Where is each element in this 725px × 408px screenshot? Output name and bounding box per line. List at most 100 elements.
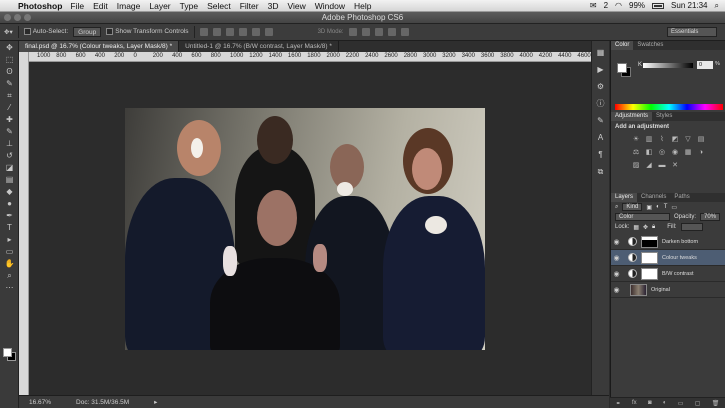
new-adjustment-icon[interactable]: ◐ (663, 400, 667, 406)
color-lookup-icon[interactable]: ▦ (683, 148, 693, 157)
actions-icon[interactable]: ▶ (596, 65, 606, 75)
layer-row[interactable]: ◉ Original (611, 282, 725, 298)
zoom-window-button[interactable] (24, 14, 31, 21)
3d-rotate-icon[interactable] (348, 28, 357, 36)
foreground-color-swatch[interactable] (3, 348, 12, 357)
transform-controls-checkbox[interactable]: Show Transform Controls (106, 28, 189, 36)
type-tool-icon[interactable]: T (3, 222, 16, 233)
k-channel-slider[interactable] (643, 63, 693, 68)
lock-move-icon[interactable]: ✥ (643, 224, 648, 231)
threshold-icon[interactable]: ◢ (644, 161, 654, 170)
filter-type-icon[interactable]: T (664, 204, 668, 210)
path-select-tool-icon[interactable]: ▸ (3, 234, 16, 245)
clock[interactable]: Sun 21:34 (671, 1, 707, 10)
align-middle-icon[interactable] (212, 28, 221, 36)
lock-all-icon[interactable]: 🔒︎ (652, 224, 655, 231)
layer-mask-thumbnail[interactable] (641, 251, 658, 264)
photo-filter-icon[interactable]: ◎ (657, 148, 667, 157)
menu-image[interactable]: Image (117, 1, 141, 11)
eye-icon[interactable]: ◉ (611, 254, 622, 262)
menu-window[interactable]: Window (315, 1, 345, 11)
layer-mask-thumbnail[interactable] (641, 235, 658, 248)
selective-color-icon[interactable]: ✕ (670, 161, 680, 170)
link-layers-icon[interactable]: ⚭ (616, 400, 621, 407)
paragraph-icon[interactable]: ¶ (596, 150, 606, 160)
eye-icon[interactable]: ◉ (611, 238, 622, 246)
opacity-field[interactable]: 70% (700, 213, 721, 221)
add-mask-icon[interactable]: ◙ (648, 400, 652, 406)
horizontal-ruler[interactable]: 1000 800 600 400 200 0 200 400 600 800 1000 1200 140… (29, 52, 609, 62)
tab-adjustments[interactable]: Adjustments (611, 112, 653, 121)
menu-layer[interactable]: Layer (149, 1, 170, 11)
menu-type[interactable]: Type (180, 1, 198, 11)
layer-style-icon[interactable]: fx (632, 400, 637, 406)
filter-pixel-icon[interactable]: ▣ (646, 204, 652, 211)
menu-file[interactable]: File (70, 1, 84, 11)
move-tool-preset-icon[interactable]: ✥▾ (4, 28, 13, 36)
filter-shape-icon[interactable]: ▭ (671, 204, 677, 211)
hand-tool-icon[interactable]: ✋ (3, 258, 16, 269)
3d-scale-icon[interactable] (400, 28, 409, 36)
crop-tool-icon[interactable]: ⌗ (3, 90, 16, 101)
layer-mask-thumbnail[interactable] (641, 267, 658, 280)
dodge-tool-icon[interactable]: ● (3, 198, 16, 209)
info-icon[interactable]: ⓘ (596, 99, 606, 109)
tab-swatches[interactable]: Swatches (633, 41, 667, 50)
search-icon[interactable]: ⌕ (715, 1, 719, 11)
3d-pan-icon[interactable] (374, 28, 383, 36)
tab-styles[interactable]: Styles (652, 112, 676, 121)
blur-tool-icon[interactable]: ◆ (3, 186, 16, 197)
workspace-switcher[interactable]: Essentials (667, 27, 717, 37)
canvas-area[interactable] (29, 62, 609, 395)
lasso-tool-icon[interactable]: ʘ (3, 66, 16, 77)
k-channel-value[interactable]: 0 (697, 61, 713, 69)
shape-tool-icon[interactable]: ▭ (3, 246, 16, 257)
align-bottom-icon[interactable] (225, 28, 234, 36)
hue-saturation-icon[interactable]: ▤ (696, 135, 706, 144)
align-center-icon[interactable] (251, 28, 260, 36)
blend-mode-dropdown[interactable]: Color (615, 213, 670, 221)
mail-icon[interactable]: ✉ (590, 1, 597, 10)
tab-layers[interactable]: Layers (611, 193, 638, 202)
zoom-level[interactable]: 16.67% (29, 399, 51, 406)
brush-presets-icon[interactable]: ✎ (596, 116, 606, 126)
battery-icon[interactable] (652, 2, 665, 9)
auto-select-dropdown[interactable]: Group (73, 27, 102, 37)
menu-select[interactable]: Select (207, 1, 231, 11)
document-photo[interactable] (125, 108, 485, 350)
3d-roll-icon[interactable] (361, 28, 370, 36)
vibrance-icon[interactable]: ▽ (683, 135, 693, 144)
tab-paths[interactable]: Paths (670, 193, 693, 202)
levels-icon[interactable]: ▥ (644, 135, 654, 144)
pen-tool-icon[interactable]: ✒ (3, 210, 16, 221)
eraser-tool-icon[interactable]: ◪ (3, 162, 16, 173)
exposure-icon[interactable]: ◩ (670, 135, 680, 144)
lock-pixels-icon[interactable]: ▦ (633, 224, 639, 231)
invert-icon[interactable]: ◑ (696, 148, 706, 157)
eyedropper-tool-icon[interactable]: ⁄ (3, 102, 16, 113)
gradient-tool-icon[interactable]: ▤ (3, 174, 16, 185)
new-layer-icon[interactable]: ▢ (695, 400, 701, 407)
tab-untitled-1[interactable]: Untitled-1 @ 16.7% (B/W contrast, Layer … (179, 41, 339, 52)
doc-size[interactable]: Doc: 31.5M/36.5M (76, 399, 129, 406)
color-balance-icon[interactable]: ⚖ (631, 148, 641, 157)
menu-help[interactable]: Help (354, 1, 371, 11)
auto-select-checkbox[interactable]: Auto-Select: (23, 28, 68, 36)
close-window-button[interactable] (4, 14, 11, 21)
new-group-icon[interactable]: ▭ (678, 400, 684, 407)
filter-adjust-icon[interactable]: ◐ (656, 204, 660, 210)
foreground-color-chip[interactable] (617, 63, 627, 73)
vertical-ruler[interactable] (19, 52, 29, 395)
brightness-contrast-icon[interactable]: ☀ (631, 135, 641, 144)
menu-view[interactable]: View (287, 1, 305, 11)
align-top-icon[interactable] (199, 28, 208, 36)
black-white-icon[interactable]: ◧ (644, 148, 654, 157)
align-left-icon[interactable] (238, 28, 247, 36)
brush-tool-icon[interactable]: ✎ (3, 126, 16, 137)
eye-icon[interactable]: ◉ (611, 286, 622, 294)
menu-3d[interactable]: 3D (268, 1, 279, 11)
eye-icon[interactable]: ◉ (611, 270, 622, 278)
tab-final-psd[interactable]: final.psd @ 16.7% (Colour tweaks, Layer … (19, 41, 180, 52)
menu-filter[interactable]: Filter (240, 1, 259, 11)
history-brush-tool-icon[interactable]: ↺ (3, 150, 16, 161)
